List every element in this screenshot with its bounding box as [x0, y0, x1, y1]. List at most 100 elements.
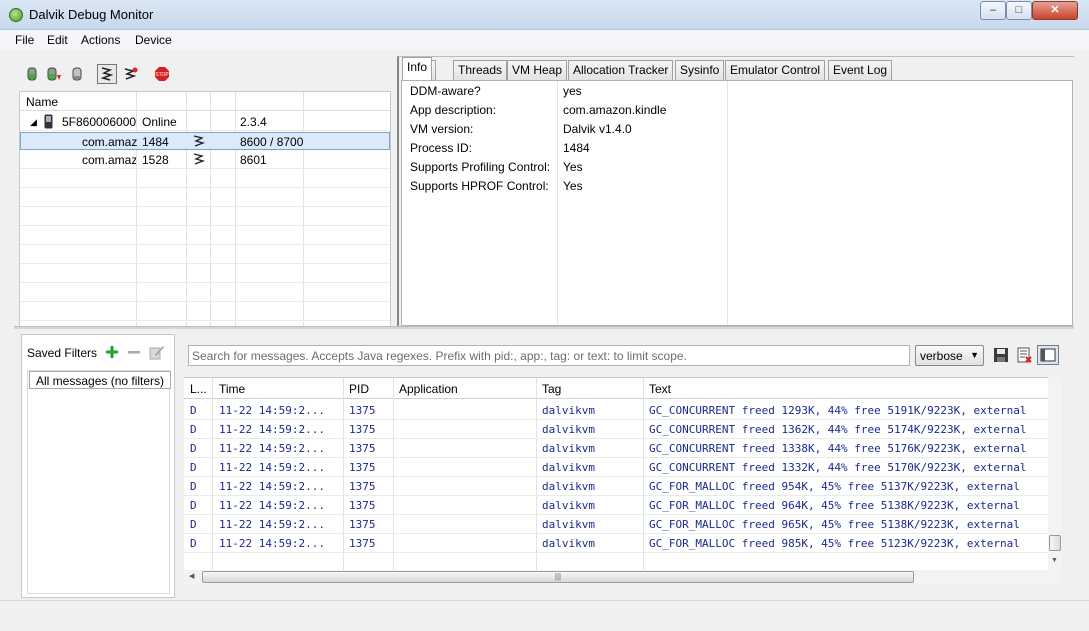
log-tag: dalvikvm: [542, 518, 595, 531]
window-title: Dalvik Debug Monitor: [29, 7, 154, 22]
log-level: D: [190, 442, 197, 455]
log-tag: dalvikvm: [542, 442, 595, 455]
process-row[interactable]: com.amaz 1484 8600 / 8700: [20, 132, 390, 150]
column-application[interactable]: Application: [399, 382, 458, 396]
menu-bar: File Edit Actions Device: [0, 30, 1089, 50]
update-heap-icon[interactable]: [46, 66, 62, 82]
stop-process-icon[interactable]: STOP: [154, 66, 170, 82]
log-level-select[interactable]: verbose ▼: [915, 345, 984, 366]
log-row[interactable]: D 11-22 14:59:2... 1375 dalvikvm GC_CONC…: [184, 401, 1049, 420]
log-pid: 1375: [349, 480, 376, 493]
log-pid: 1375: [349, 404, 376, 417]
tab-info-active[interactable]: Info: [402, 57, 433, 80]
log-level: D: [190, 499, 197, 512]
log-pid: 1375: [349, 518, 376, 531]
title-bar: Dalvik Debug Monitor – □ ✕: [0, 0, 1089, 30]
log-time: 11-22 14:59:2...: [219, 404, 325, 417]
log-row[interactable]: D 11-22 14:59:2... 1375 dalvikvm GC_FOR_…: [184, 496, 1049, 515]
log-row[interactable]: D 11-22 14:59:2... 1375 dalvikvm GC_CONC…: [184, 458, 1049, 477]
log-text: GC_CONCURRENT freed 1338K, 44% free 5176…: [649, 442, 1027, 455]
tab-threads[interactable]: Threads: [453, 60, 508, 80]
tab-allocation-tracker[interactable]: Allocation Tracker: [568, 60, 674, 80]
log-pid: 1375: [349, 461, 376, 474]
log-row[interactable]: D 11-22 14:59:2... 1375 dalvikvm GC_FOR_…: [184, 477, 1049, 496]
menu-file[interactable]: File: [15, 33, 34, 47]
logcat-horizontal-scrollbar[interactable]: ◀ |||: [184, 570, 1061, 584]
column-name[interactable]: Name: [26, 95, 58, 109]
log-tag: dalvikvm: [542, 499, 595, 512]
info-key: App description:: [410, 103, 497, 117]
update-threads-icon[interactable]: [97, 64, 117, 84]
column-text[interactable]: Text: [649, 382, 671, 396]
column-pid[interactable]: PID: [349, 382, 369, 396]
logcat-search-input[interactable]: Search for messages. Accepts Java regexe…: [188, 345, 910, 366]
menu-edit[interactable]: Edit: [47, 33, 68, 47]
svg-text:STOP: STOP: [155, 72, 169, 78]
maximize-button[interactable]: □: [1006, 1, 1032, 20]
status-bar: [0, 600, 1089, 631]
expand-arrow-icon[interactable]: ◢: [30, 117, 37, 128]
tab-vm-heap[interactable]: VM Heap: [507, 60, 568, 80]
menu-device[interactable]: Device: [135, 33, 172, 47]
log-tag: dalvikvm: [542, 423, 595, 436]
tab-emulator-control[interactable]: Emulator Control: [725, 60, 826, 80]
log-level: D: [190, 461, 197, 474]
scroll-down-icon[interactable]: ▼: [1051, 557, 1058, 564]
log-row[interactable]: D 11-22 14:59:2... 1375 dalvikvm GC_CONC…: [184, 439, 1049, 458]
log-row[interactable]: D 11-22 14:59:2... 1375 dalvikvm GC_FOR_…: [184, 534, 1049, 553]
thread-update-icon: [192, 134, 206, 151]
device-version: 2.3.4: [240, 115, 267, 129]
column-tag[interactable]: Tag: [542, 382, 561, 396]
column-time[interactable]: Time: [219, 382, 245, 396]
log-time: 11-22 14:59:2...: [219, 499, 325, 512]
minimize-button[interactable]: –: [980, 1, 1006, 20]
filter-item[interactable]: All messages (no filters): [29, 371, 172, 389]
info-key: Supports Profiling Control:: [410, 160, 551, 174]
device-row[interactable]: ◢ 5F8600060000( Online 2.3.4: [20, 113, 390, 131]
debug-process-icon[interactable]: [24, 66, 40, 82]
log-text: GC_FOR_MALLOC freed 954K, 45% free 5137K…: [649, 480, 1020, 493]
remove-filter-icon[interactable]: [128, 346, 140, 358]
process-pid: 1484: [142, 135, 169, 149]
info-value: 1484: [563, 141, 590, 155]
info-value: Dalvik v1.4.0: [563, 122, 632, 136]
log-tag: dalvikvm: [542, 480, 595, 493]
log-tag: dalvikvm: [542, 461, 595, 474]
horizontal-scroll-thumb[interactable]: |||: [202, 571, 914, 583]
tab-sysinfo[interactable]: Sysinfo: [675, 60, 725, 80]
log-level: D: [190, 518, 197, 531]
add-filter-icon[interactable]: [106, 346, 118, 358]
log-pid: 1375: [349, 423, 376, 436]
process-row[interactable]: com.amaz 1528 8601: [20, 151, 390, 169]
clear-log-icon[interactable]: [1015, 346, 1033, 364]
process-name: com.amaz: [82, 135, 137, 149]
log-time: 11-22 14:59:2...: [219, 537, 325, 550]
log-tag: dalvikvm: [542, 537, 595, 550]
log-pid: 1375: [349, 442, 376, 455]
info-panel: Info Threads VM Heap Allocation Tracker …: [397, 56, 1074, 326]
column-level[interactable]: L...: [190, 382, 207, 396]
log-row[interactable]: D 11-22 14:59:2... 1375 dalvikvm GC_CONC…: [184, 420, 1049, 439]
toggle-filters-icon[interactable]: [1037, 345, 1059, 365]
logcat-table: L... Time PID Application Tag Text D 11-…: [184, 377, 1061, 573]
info-key: DDM-aware?: [410, 84, 481, 98]
save-icon[interactable]: [992, 346, 1010, 364]
tab-event-log[interactable]: Event Log: [828, 60, 893, 80]
edit-filter-icon[interactable]: [149, 344, 165, 360]
log-time: 11-22 14:59:2...: [219, 518, 325, 531]
log-tag: dalvikvm: [542, 404, 595, 417]
log-level-value: verbose: [920, 349, 963, 363]
log-text: GC_FOR_MALLOC freed 985K, 45% free 5123K…: [649, 537, 1020, 550]
logcat-vertical-scrollbar[interactable]: ▼: [1048, 377, 1062, 570]
vertical-scroll-thumb[interactable]: [1049, 535, 1061, 551]
panel-splitter[interactable]: [14, 326, 1074, 329]
close-button[interactable]: ✕: [1032, 1, 1078, 20]
device-serial: 5F8600060000(: [62, 115, 136, 129]
dump-hprof-icon[interactable]: [69, 66, 85, 82]
scroll-left-icon[interactable]: ◀: [189, 572, 194, 580]
info-value: Yes: [563, 179, 583, 193]
log-level: D: [190, 537, 197, 550]
menu-actions[interactable]: Actions: [81, 33, 120, 47]
start-method-profiling-icon[interactable]: [123, 66, 139, 82]
log-row[interactable]: D 11-22 14:59:2... 1375 dalvikvm GC_FOR_…: [184, 515, 1049, 534]
